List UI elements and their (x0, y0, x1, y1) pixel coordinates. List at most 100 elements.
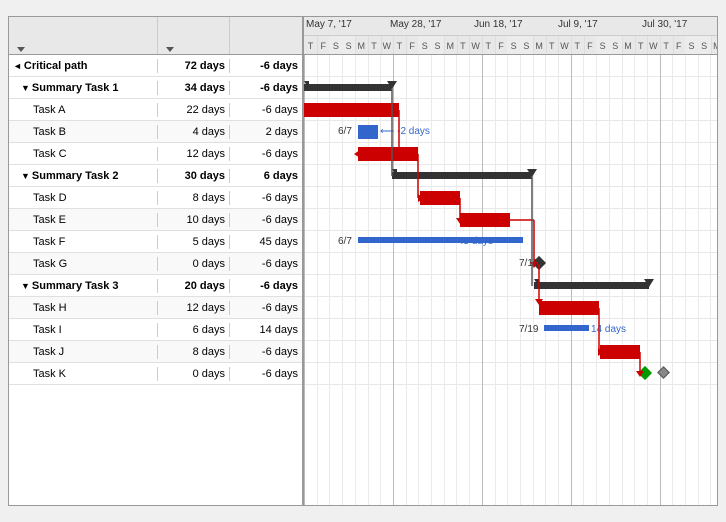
grid-line (469, 55, 470, 505)
grid-line (368, 55, 369, 505)
summary3-bar (534, 282, 649, 289)
task-f-bar (358, 237, 523, 243)
gantt-row (304, 297, 717, 319)
grid-line (456, 55, 457, 505)
table-row: Task I6 days14 days (9, 319, 302, 341)
grid-line (355, 55, 356, 505)
duration-label (162, 47, 174, 52)
grid-line (520, 55, 521, 505)
task-c-bar (358, 147, 418, 161)
duration-cell: 22 days (158, 103, 230, 117)
grid-line (660, 55, 661, 505)
grid-line (444, 55, 445, 505)
table-row: Task C12 days-6 days (9, 143, 302, 165)
grid-line (495, 55, 496, 505)
gantt-row (304, 187, 717, 209)
duration-cell: 20 days (158, 279, 230, 293)
slack-cell: -6 days (230, 367, 302, 381)
slack-cell: -6 days (230, 147, 302, 161)
task-e-bar (460, 213, 510, 227)
gantt-row (304, 341, 717, 363)
grid-line (431, 55, 432, 505)
grid-line (571, 55, 572, 505)
bar-label: ⟵ -2 days (380, 126, 430, 137)
task-name-cell: ▼Summary Task 1 (9, 81, 158, 95)
grid-line (685, 55, 686, 505)
table-row: Task E10 days-6 days (9, 209, 302, 231)
slack-cell: -6 days (230, 103, 302, 117)
task-b-bar (358, 125, 378, 139)
slack-cell: -6 days (230, 59, 302, 73)
duration-cell: 8 days (158, 191, 230, 205)
slack-cell: 6 days (230, 169, 302, 183)
task-name-cell: Task A (9, 103, 158, 117)
task-i-bar (544, 325, 589, 331)
table-row: Task B4 days2 days (9, 121, 302, 143)
table-row: ▼Summary Task 134 days-6 days (9, 77, 302, 99)
table-row: ◄Critical path72 days-6 days (9, 55, 302, 77)
duration-cell: 4 days (158, 125, 230, 139)
bar-label: 7/19 (519, 324, 538, 335)
task-sort-icon[interactable] (17, 47, 25, 52)
table-row: Task F5 days45 days (9, 231, 302, 253)
duration-cell: 72 days (158, 59, 230, 73)
grid-line (380, 55, 381, 505)
grid-line (596, 55, 597, 505)
duration-cell: 8 days (158, 345, 230, 359)
gantt-row (304, 319, 717, 341)
grid-line (317, 55, 318, 505)
bar-label: 45 days (458, 236, 493, 247)
task-name-cell: Task I (9, 323, 158, 337)
table-body: ◄Critical path72 days-6 days▼Summary Tas… (9, 55, 302, 505)
duration-cell: 12 days (158, 147, 230, 161)
duration-cell: 30 days (158, 169, 230, 183)
duration-cell: 5 days (158, 235, 230, 249)
day-cell: M (710, 36, 717, 55)
col-task-header (9, 17, 158, 54)
table-row: Task J8 days-6 days (9, 341, 302, 363)
task-name-label (13, 47, 25, 52)
timeline-dates-top: May 7, '17May 28, '17Jun 18, '17Jul 9, '… (304, 17, 717, 36)
duration-sort-icon[interactable] (166, 47, 174, 52)
grid-line (634, 55, 635, 505)
duration-cell: 0 days (158, 257, 230, 271)
grid-line (672, 55, 673, 505)
duration-cell: 10 days (158, 213, 230, 227)
task-name-cell: Task D (9, 191, 158, 205)
task-name-cell: Task E (9, 213, 158, 227)
grid-line (698, 55, 699, 505)
summary2-cap-left (392, 169, 397, 177)
grid-line (304, 55, 305, 505)
summary2-bar (392, 172, 532, 179)
task-name-cell: Task K (9, 367, 158, 381)
slack-cell: -6 days (230, 81, 302, 95)
col-duration-header (158, 17, 230, 54)
task-name-cell: ▼Summary Task 3 (9, 279, 158, 293)
table-row: Task A22 days-6 days (9, 99, 302, 121)
grid-line (418, 55, 419, 505)
slack-cell: 14 days (230, 323, 302, 337)
task-name-cell: Task F (9, 235, 158, 249)
grid-line (558, 55, 559, 505)
date-label-top: May 28, '17 (390, 19, 441, 30)
task-h-bar (539, 301, 599, 315)
task-name-cell: ▼Summary Task 2 (9, 169, 158, 183)
slack-cell: -6 days (230, 279, 302, 293)
grid-line (329, 55, 330, 505)
gantt-row (304, 363, 717, 385)
table-header (9, 17, 302, 55)
date-label-top: May 7, '17 (306, 19, 352, 30)
duration-cell: 0 days (158, 367, 230, 381)
task-d-bar (420, 191, 460, 205)
slack-cell: 45 days (230, 235, 302, 249)
task-name-cell: Task H (9, 301, 158, 315)
summary1-cap-left (304, 81, 309, 89)
bar-label: 6/7 (338, 236, 352, 247)
task-name-cell: Task G (9, 257, 158, 271)
gantt-wrapper: ◄Critical path72 days-6 days▼Summary Tas… (9, 17, 717, 505)
grid-line (507, 55, 508, 505)
table-row: Task D8 days-6 days (9, 187, 302, 209)
summary1-cap-right (387, 81, 397, 89)
slack-cell: -6 days (230, 213, 302, 227)
slack-cell: -6 days (230, 257, 302, 271)
